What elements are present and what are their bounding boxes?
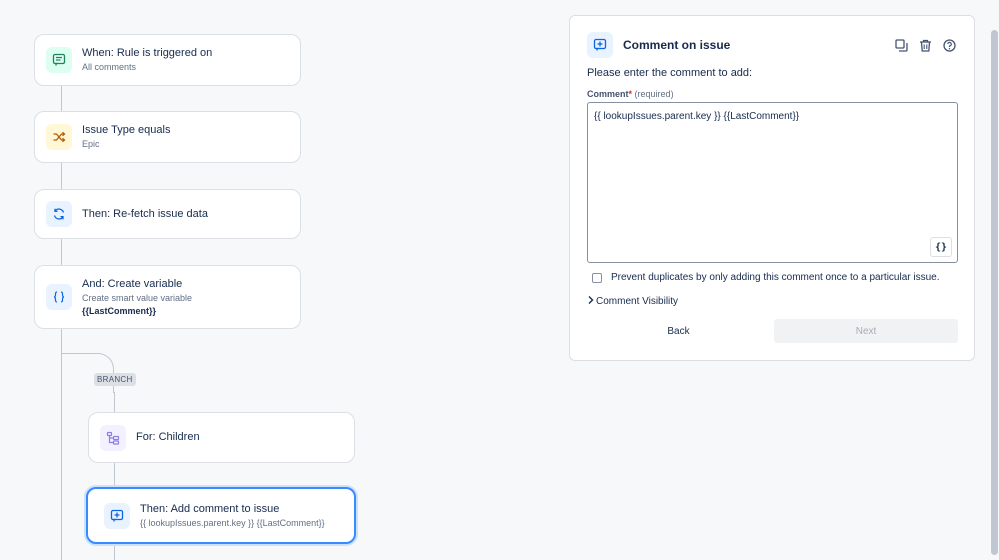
node-detail: {{LastComment}}: [82, 305, 157, 316]
shuffle-icon: [46, 124, 72, 150]
prevent-duplicates-row: Prevent duplicates by only adding this c…: [592, 272, 940, 283]
comment-field-label: Comment* (required): [587, 89, 674, 99]
node-title: When: Rule is triggered on: [82, 47, 213, 59]
flow-node-text: When: Rule is triggered on All comments: [82, 46, 212, 74]
flow-node-text: Issue Type equals Epic: [82, 123, 170, 151]
chevron-right-icon: [587, 292, 595, 310]
node-subtitle: {{ lookupIssues.parent.key }} {{LastComm…: [140, 517, 325, 528]
braces-icon: [46, 284, 72, 310]
prevent-duplicates-label[interactable]: Prevent duplicates by only adding this c…: [611, 272, 940, 283]
flow-node-for-children[interactable]: For: Children: [88, 412, 355, 463]
flow-node-text: Then: Add comment to issue {{ lookupIssu…: [140, 502, 325, 530]
trash-icon[interactable]: [917, 37, 933, 53]
field-label-text: Comment: [587, 89, 629, 99]
smart-value-button[interactable]: {}: [930, 237, 952, 257]
node-subtitle: All comments: [82, 62, 137, 73]
add-comment-icon: [587, 32, 613, 58]
flow-node-add-comment[interactable]: Then: Add comment to issue {{ lookupIssu…: [86, 487, 356, 544]
panel-header: Comment on issue: [587, 32, 957, 58]
refresh-icon: [46, 201, 72, 227]
panel-title: Comment on issue: [623, 38, 731, 52]
node-subtitle: Create smart value variable: [82, 292, 193, 303]
help-icon[interactable]: [941, 37, 957, 53]
comment-icon: [46, 47, 72, 73]
comment-textarea[interactable]: {{ lookupIssues.parent.key }} {{LastComm…: [587, 102, 958, 263]
flow-node-text: Then: Re-fetch issue data: [82, 207, 208, 221]
flow-node-refetch[interactable]: Then: Re-fetch issue data: [34, 189, 301, 239]
flow-node-text: And: Create variable Create smart value …: [82, 277, 192, 318]
flow-node-condition[interactable]: Issue Type equals Epic: [34, 111, 301, 163]
hierarchy-icon: [100, 424, 126, 451]
flow-node-create-variable[interactable]: And: Create variable Create smart value …: [34, 265, 301, 329]
copy-icon[interactable]: [893, 37, 909, 53]
node-title: Then: Add comment to issue: [140, 502, 280, 515]
node-title: For: Children: [136, 431, 200, 444]
vertical-scrollbar[interactable]: [991, 30, 998, 555]
comment-config-panel: Comment on issue Please enter the commen…: [569, 15, 975, 361]
comment-visibility-toggle[interactable]: Comment Visibility: [587, 292, 678, 310]
comment-visibility-label: Comment Visibility: [596, 295, 679, 307]
flow-node-trigger[interactable]: When: Rule is triggered on All comments: [34, 34, 301, 86]
comment-prompt: Please enter the comment to add:: [587, 67, 753, 79]
node-subtitle: Epic: [82, 139, 100, 150]
add-comment-icon: [104, 502, 130, 529]
node-title: Issue Type equals: [82, 124, 171, 136]
prevent-duplicates-checkbox[interactable]: [592, 272, 602, 283]
required-mark: *: [628, 89, 633, 99]
next-button[interactable]: Next: [774, 319, 958, 343]
branch-tag: BRANCH: [94, 373, 136, 386]
flow-node-text: For: Children: [136, 430, 200, 444]
comment-value: {{ lookupIssues.parent.key }} {{LastComm…: [594, 111, 800, 122]
panel-actions: [893, 37, 957, 53]
rule-flow: When: Rule is triggered on All comments …: [0, 0, 560, 560]
node-title: And: Create variable: [82, 277, 183, 290]
back-button[interactable]: Back: [587, 319, 770, 343]
required-text: (required): [634, 89, 674, 99]
node-title: Then: Re-fetch issue data: [82, 207, 208, 220]
